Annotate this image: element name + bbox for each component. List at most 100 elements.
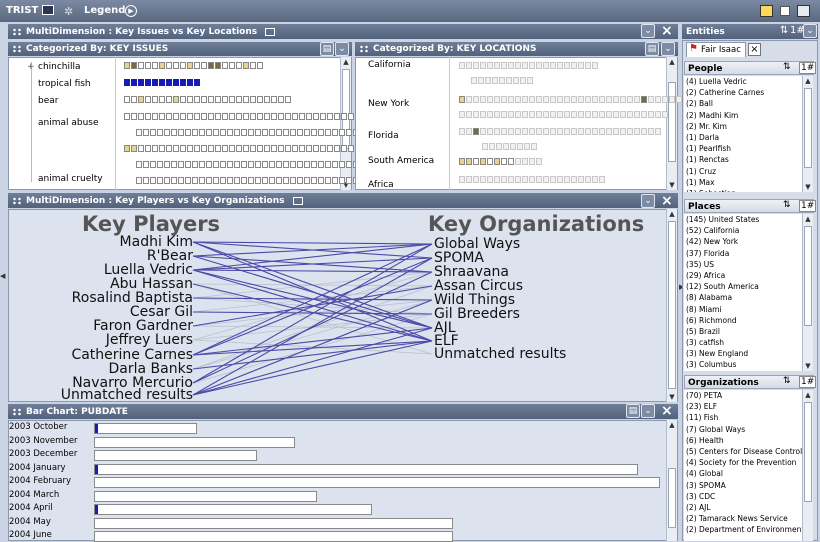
player-label[interactable]: Darla Banks: [109, 362, 194, 376]
player-label[interactable]: Rosalind Baptista: [72, 291, 193, 305]
sort-icon[interactable]: ⇅: [780, 25, 788, 36]
entity-item[interactable]: (1) Max: [684, 177, 802, 188]
organization-label[interactable]: Global Ways: [434, 237, 520, 251]
entity-item[interactable]: (2) AJL: [684, 502, 802, 513]
barchart-scrollbar[interactable]: ▲: [666, 420, 677, 541]
bar[interactable]: [94, 436, 296, 448]
bar[interactable]: [94, 504, 372, 515]
entity-item[interactable]: (2) Tamarack News Service: [684, 513, 802, 524]
entity-item[interactable]: (2) Mr. Kim: [684, 121, 802, 132]
sort-icon[interactable]: ⇅: [783, 376, 791, 386]
entity-item[interactable]: (42) New York: [684, 236, 802, 247]
organization-label[interactable]: SPOMA: [434, 251, 484, 265]
link-line: [192, 340, 433, 396]
bar[interactable]: [94, 490, 318, 502]
player-label[interactable]: Faron Gardner: [93, 319, 193, 333]
player-label[interactable]: R'Bear: [147, 249, 193, 263]
entity-item[interactable]: (2) Ball: [684, 98, 802, 109]
entity-item[interactable]: (5) Centers for Disease Control: [684, 446, 802, 457]
tab-flag-icon: ⚑: [689, 43, 698, 54]
scroll-up-icon[interactable]: ▲: [667, 420, 677, 430]
bar[interactable]: [94, 531, 454, 542]
organization-label[interactable]: Unmatched results: [434, 347, 566, 361]
bar[interactable]: [94, 463, 639, 475]
entity-item[interactable]: (12) South America: [684, 281, 802, 292]
hash-icon[interactable]: 1#: [799, 62, 817, 74]
scroll-thumb[interactable]: [668, 468, 676, 528]
entity-item[interactable]: (1) Pearlfish: [684, 143, 802, 154]
sort-icon[interactable]: ⇅: [783, 200, 791, 210]
left-expand-icon[interactable]: ◀: [0, 272, 5, 280]
entity-item[interactable]: (7) Global Ways: [684, 424, 802, 435]
player-label[interactable]: Abu Hassan: [110, 277, 193, 291]
organizations-scrollbar[interactable]: ▲: [802, 390, 813, 541]
entity-item[interactable]: (2) Madhi Kim: [684, 110, 802, 121]
entity-item[interactable]: (6) Health: [684, 435, 802, 446]
bar-label: 2004 February: [9, 476, 71, 486]
scroll-down-icon[interactable]: ▼: [803, 361, 813, 371]
entity-item[interactable]: (1) Darla: [684, 132, 802, 143]
bar[interactable]: [94, 450, 258, 461]
player-label[interactable]: Unmatched results: [61, 388, 193, 402]
bar[interactable]: [94, 477, 660, 488]
entity-item[interactable]: (4) Luella Vedric: [684, 76, 802, 87]
entity-item[interactable]: (3) New England: [684, 348, 802, 359]
bar-highlight: [95, 424, 98, 433]
player-label[interactable]: Cesar Gil: [130, 305, 193, 319]
player-label[interactable]: Catherine Carnes: [71, 348, 193, 362]
bar[interactable]: [94, 423, 198, 434]
places-scrollbar[interactable]: ▲ ▼: [802, 214, 813, 371]
scroll-thumb[interactable]: [804, 226, 812, 326]
entity-item[interactable]: (5) Brazil: [684, 326, 802, 337]
player-label[interactable]: Luella Vedric: [104, 263, 193, 277]
hash-icon[interactable]: 1#: [799, 376, 817, 388]
entity-item[interactable]: (3) SPOMA: [684, 480, 802, 491]
scroll-thumb[interactable]: [804, 88, 812, 168]
entity-item[interactable]: (1) Renctas: [684, 154, 802, 165]
entity-item[interactable]: (1) Sebastian: [684, 188, 802, 192]
people-scrollbar[interactable]: ▲ ▼: [802, 76, 813, 192]
entity-item[interactable]: (23) ELF: [684, 401, 802, 412]
entity-item[interactable]: (145) United States: [684, 214, 802, 225]
entity-item[interactable]: (70) PETA: [684, 390, 802, 401]
people-header: People: [684, 61, 814, 75]
scroll-down-icon[interactable]: ▼: [803, 182, 813, 192]
scroll-up-icon[interactable]: ▲: [803, 214, 813, 224]
close-icon[interactable]: ×: [661, 404, 673, 418]
collapse-button[interactable]: ⌄: [641, 404, 655, 418]
entities-collapse-button[interactable]: ⌄: [803, 24, 817, 38]
scroll-thumb[interactable]: [804, 402, 812, 502]
entity-item[interactable]: (52) California: [684, 225, 802, 236]
player-label[interactable]: Madhi Kim: [120, 235, 193, 249]
hash-icon[interactable]: 1#: [799, 200, 817, 212]
entity-item[interactable]: (8) Alabama: [684, 292, 802, 303]
scroll-up-icon[interactable]: ▲: [803, 76, 813, 86]
barchart-menu-button[interactable]: ▤: [626, 404, 640, 418]
bar-label: 2003 October: [9, 422, 68, 432]
bar-label: 2003 December: [9, 449, 78, 459]
entity-item[interactable]: (35) US: [684, 259, 802, 270]
entity-item[interactable]: (2) Catherine Carnes: [684, 87, 802, 98]
bar[interactable]: [94, 517, 454, 529]
entity-item[interactable]: (29) Africa: [684, 270, 802, 281]
tab-close-icon[interactable]: ×: [748, 43, 761, 56]
entity-item[interactable]: (3) catfish: [684, 337, 802, 348]
entity-item[interactable]: (3) CDC: [684, 491, 802, 502]
entity-item[interactable]: (3) Columbus: [684, 359, 802, 370]
entity-item[interactable]: (8) Miami: [684, 304, 802, 315]
sort-icon[interactable]: ⇅: [783, 62, 791, 72]
entity-item[interactable]: (6) Richmond: [684, 315, 802, 326]
player-label[interactable]: Jeffrey Luers: [106, 333, 193, 347]
entity-item[interactable]: (11) Fish: [684, 412, 802, 423]
entity-item[interactable]: (2) Department of Environment: [684, 524, 802, 535]
entity-item[interactable]: (4) Global: [684, 468, 802, 479]
scroll-up-icon[interactable]: ▲: [803, 390, 813, 400]
entity-item[interactable]: (37) Florida: [684, 248, 802, 259]
organization-label[interactable]: Shraavana: [434, 265, 509, 279]
organization-label[interactable]: Assan Circus: [434, 279, 523, 293]
entity-item[interactable]: (1) Cruz: [684, 166, 802, 177]
organization-label[interactable]: Wild Things: [434, 293, 515, 307]
link-line: [192, 241, 433, 245]
entity-item[interactable]: (4) Society for the Prevention: [684, 457, 802, 468]
organization-label[interactable]: Gil Breeders: [434, 307, 520, 321]
